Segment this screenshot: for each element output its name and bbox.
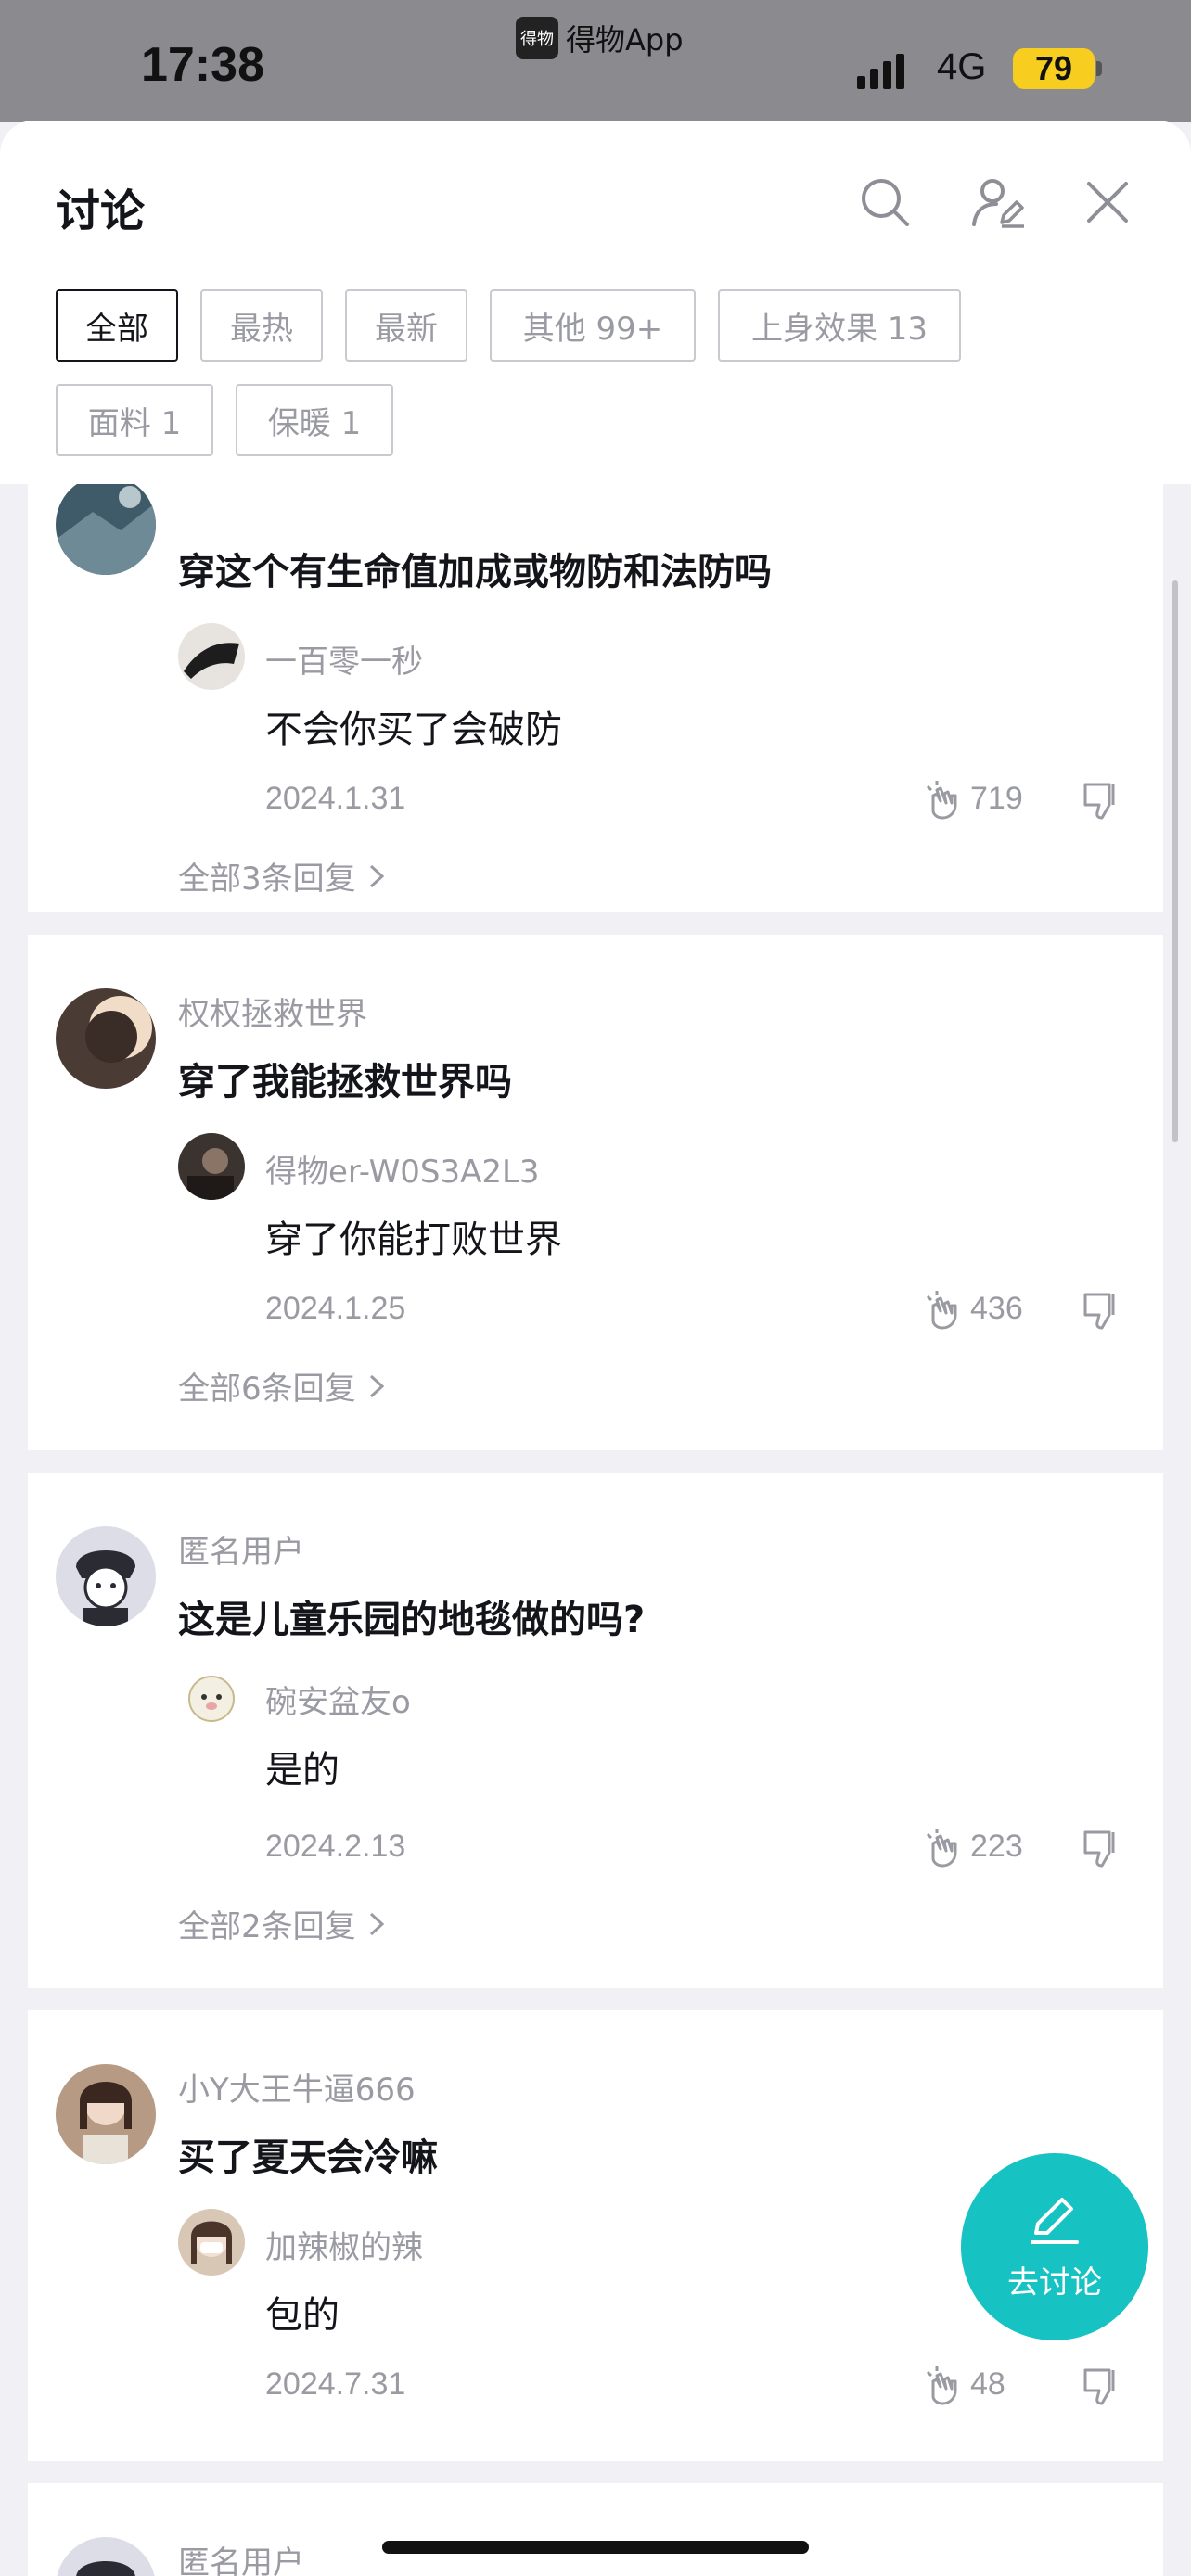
like-button[interactable]: 223 bbox=[920, 1825, 1023, 1868]
discussion-card[interactable]: 匿名用户 这是儿童乐园的地毯做的吗? 碗安盆友o 是的 2024.2.13 22… bbox=[28, 1473, 1163, 1988]
user-edit-icon[interactable] bbox=[970, 174, 1026, 230]
like-count: 436 bbox=[970, 1290, 1023, 1326]
reply-username[interactable]: 碗安盆友o bbox=[265, 1677, 411, 1722]
question-text: 穿了我能拯救世界吗 bbox=[178, 1061, 512, 1103]
all-replies-label: 全部6条回复 bbox=[178, 1371, 356, 1408]
chevron-right-icon bbox=[369, 1912, 384, 1935]
dislike-button[interactable] bbox=[1080, 1827, 1122, 1869]
all-replies-label: 全部2条回复 bbox=[178, 1908, 356, 1945]
avatar[interactable] bbox=[56, 988, 156, 1089]
reply-username[interactable]: 得物er-W0S3A2L3 bbox=[265, 1146, 540, 1192]
signal-icon bbox=[857, 48, 904, 89]
close-icon[interactable] bbox=[1080, 174, 1135, 230]
thumbs-down-icon bbox=[1083, 1293, 1115, 1330]
dislike-button[interactable] bbox=[1080, 779, 1122, 822]
reply-username[interactable]: 一百零一秒 bbox=[265, 636, 423, 682]
reply-avatar[interactable] bbox=[178, 1133, 245, 1200]
reply-text: 是的 bbox=[265, 1749, 339, 1792]
avatar[interactable] bbox=[56, 1526, 156, 1626]
avatar[interactable] bbox=[56, 2537, 156, 2576]
reply-date: 2024.1.31 bbox=[265, 781, 406, 816]
reply-text: 穿了你能打败世界 bbox=[265, 1218, 562, 1261]
avatar[interactable] bbox=[56, 2064, 156, 2164]
app-name: 得物App bbox=[566, 22, 684, 57]
username[interactable]: 权权拯救世界 bbox=[178, 988, 367, 1034]
battery-tip bbox=[1096, 61, 1102, 76]
reply-text: 包的 bbox=[265, 2294, 339, 2337]
app-indicator: 得物 得物App bbox=[516, 17, 684, 59]
go-discuss-label: 去讨论 bbox=[1007, 2264, 1102, 2302]
discussion-card[interactable]: 穿这个有生命值加成或物防和法防吗 一百零一秒 不会你买了会破防 2024.1.3… bbox=[28, 428, 1163, 912]
thumbs-down-icon bbox=[1083, 1830, 1115, 1868]
battery-level: 79 bbox=[1034, 49, 1073, 87]
clap-icon bbox=[926, 781, 957, 820]
all-replies-label: 全部3条回复 bbox=[178, 861, 356, 898]
home-indicator[interactable] bbox=[382, 2541, 809, 2554]
like-count: 719 bbox=[970, 780, 1023, 816]
pencil-icon bbox=[1031, 2197, 1079, 2244]
search-icon[interactable] bbox=[857, 174, 913, 230]
chevron-right-icon bbox=[369, 864, 384, 887]
filter-warmth[interactable]: 保暖 1 bbox=[236, 384, 393, 456]
dislike-button[interactable] bbox=[1080, 2365, 1122, 2407]
clap-icon bbox=[926, 1291, 957, 1330]
username[interactable]: 小Y大王牛逼666 bbox=[178, 2064, 416, 2110]
discussion-card[interactable]: 匿名用户 bbox=[28, 2483, 1163, 2576]
thumbs-down-icon bbox=[1083, 2368, 1115, 2405]
page-title: 讨论 bbox=[56, 185, 146, 237]
like-count: 48 bbox=[970, 2366, 1005, 2402]
like-button[interactable]: 48 bbox=[920, 2363, 1005, 2405]
clap-icon bbox=[926, 2366, 957, 2405]
filter-fabric[interactable]: 面料 1 bbox=[56, 384, 213, 456]
scrollbar[interactable] bbox=[1172, 580, 1178, 1142]
reply-date: 2024.7.31 bbox=[265, 2366, 406, 2402]
reply-avatar[interactable] bbox=[178, 1664, 245, 1730]
filter-other[interactable]: 其他 99+ bbox=[490, 289, 696, 362]
reply-date: 2024.1.25 bbox=[265, 1291, 406, 1326]
filter-hot[interactable]: 最热 bbox=[200, 289, 323, 362]
app-logo-icon: 得物 bbox=[516, 17, 558, 59]
filter-all[interactable]: 全部 bbox=[56, 289, 178, 362]
like-count: 223 bbox=[970, 1828, 1023, 1864]
clap-icon bbox=[926, 1829, 957, 1868]
reply-avatar[interactable] bbox=[178, 2209, 245, 2276]
chevron-right-icon bbox=[369, 1374, 384, 1397]
filter-wear-effect[interactable]: 上身效果 13 bbox=[718, 289, 961, 362]
username[interactable]: 匿名用户 bbox=[178, 1526, 304, 1572]
reply-date: 2024.2.13 bbox=[265, 1829, 406, 1864]
reply-avatar[interactable] bbox=[178, 623, 245, 690]
question-text: 这是儿童乐园的地毯做的吗? bbox=[178, 1599, 646, 1641]
sheet-header: 讨论 全部 最热 最新 其他 99+ 上身效果 13 面料 1 保暖 1 bbox=[0, 121, 1191, 484]
all-replies-link[interactable]: 全部6条回复 bbox=[178, 1363, 388, 1409]
thumbs-down-icon bbox=[1083, 783, 1115, 820]
question-text: 穿这个有生命值加成或物防和法防吗 bbox=[178, 551, 772, 593]
username[interactable]: 匿名用户 bbox=[178, 2537, 304, 2576]
all-replies-link[interactable]: 全部3条回复 bbox=[178, 853, 388, 899]
reply-text: 不会你买了会破防 bbox=[265, 708, 562, 751]
reply-username[interactable]: 加辣椒的辣 bbox=[265, 2222, 423, 2267]
network-type: 4G bbox=[937, 46, 987, 87]
dislike-button[interactable] bbox=[1080, 1289, 1122, 1332]
status-bar: 17:38 得物 得物App 4G 79 bbox=[0, 0, 1191, 122]
like-button[interactable]: 436 bbox=[920, 1287, 1023, 1330]
all-replies-link[interactable]: 全部2条回复 bbox=[178, 1901, 388, 1946]
question-text: 买了夏天会冷嘛 bbox=[178, 2136, 438, 2179]
discussion-card[interactable]: 权权拯救世界 穿了我能拯救世界吗 得物er-W0S3A2L3 穿了你能打败世界 … bbox=[28, 935, 1163, 1450]
filter-latest[interactable]: 最新 bbox=[345, 289, 467, 362]
status-time: 17:38 bbox=[141, 38, 264, 92]
avatar[interactable] bbox=[56, 475, 156, 575]
like-button[interactable]: 719 bbox=[920, 777, 1023, 820]
go-discuss-button[interactable]: 去讨论 bbox=[961, 2153, 1148, 2340]
battery-icon: 79 bbox=[1013, 48, 1095, 89]
